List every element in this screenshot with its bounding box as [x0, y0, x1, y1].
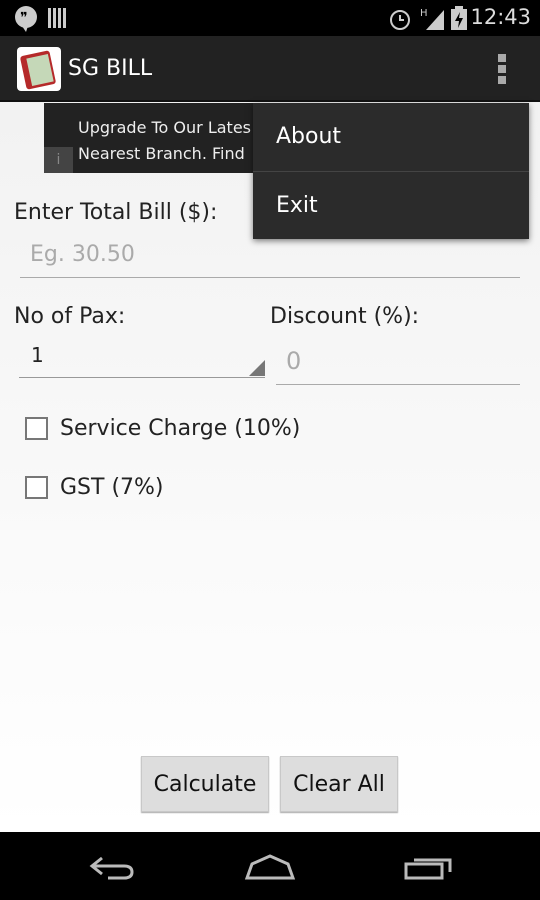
pax-label: No of Pax: — [14, 304, 126, 329]
gst-label: GST (7%) — [60, 475, 164, 500]
clock: 12:43 — [470, 5, 531, 29]
overflow-menu: About Exit — [253, 103, 529, 239]
total-bill-label: Enter Total Bill ($): — [14, 200, 218, 225]
action-bar: SG BILL — [0, 36, 540, 102]
alarm-icon — [390, 10, 410, 30]
clear-all-button[interactable]: Clear All — [280, 756, 398, 812]
service-charge-label: Service Charge (10%) — [60, 416, 301, 441]
service-charge-checkbox[interactable]: Service Charge (10%) — [25, 416, 300, 441]
svg-text:❞: ❞ — [20, 10, 28, 26]
battery-charging-icon — [451, 6, 467, 30]
overflow-menu-icon[interactable] — [498, 54, 506, 84]
total-bill-input[interactable]: Eg. 30.50 — [20, 242, 520, 278]
pax-spinner[interactable]: 1 — [19, 343, 265, 378]
home-icon[interactable] — [244, 854, 296, 884]
svg-text:H: H — [420, 8, 428, 19]
calculate-button[interactable]: Calculate — [141, 756, 269, 812]
menu-item-about[interactable]: About — [253, 103, 529, 171]
navigation-bar — [0, 832, 540, 900]
checkbox-icon — [25, 417, 48, 440]
checkbox-icon — [25, 476, 48, 499]
status-bar: ❞ H 12:43 — [0, 0, 540, 36]
app-title: SG BILL — [68, 56, 153, 81]
menu-item-exit[interactable]: Exit — [253, 171, 529, 239]
hangouts-icon: ❞ — [15, 6, 37, 32]
recent-apps-icon[interactable] — [404, 854, 454, 884]
dropdown-arrow-icon — [249, 360, 265, 376]
back-icon[interactable] — [88, 854, 136, 884]
info-icon[interactable]: i — [44, 147, 73, 173]
discount-label: Discount (%): — [270, 304, 420, 329]
pax-value: 1 — [31, 343, 44, 367]
gst-checkbox[interactable]: GST (7%) — [25, 475, 164, 500]
barcode-icon — [48, 8, 66, 28]
signal-icon: H — [420, 8, 444, 30]
discount-input[interactable]: 0 — [276, 347, 520, 385]
app-logo[interactable] — [17, 47, 61, 91]
